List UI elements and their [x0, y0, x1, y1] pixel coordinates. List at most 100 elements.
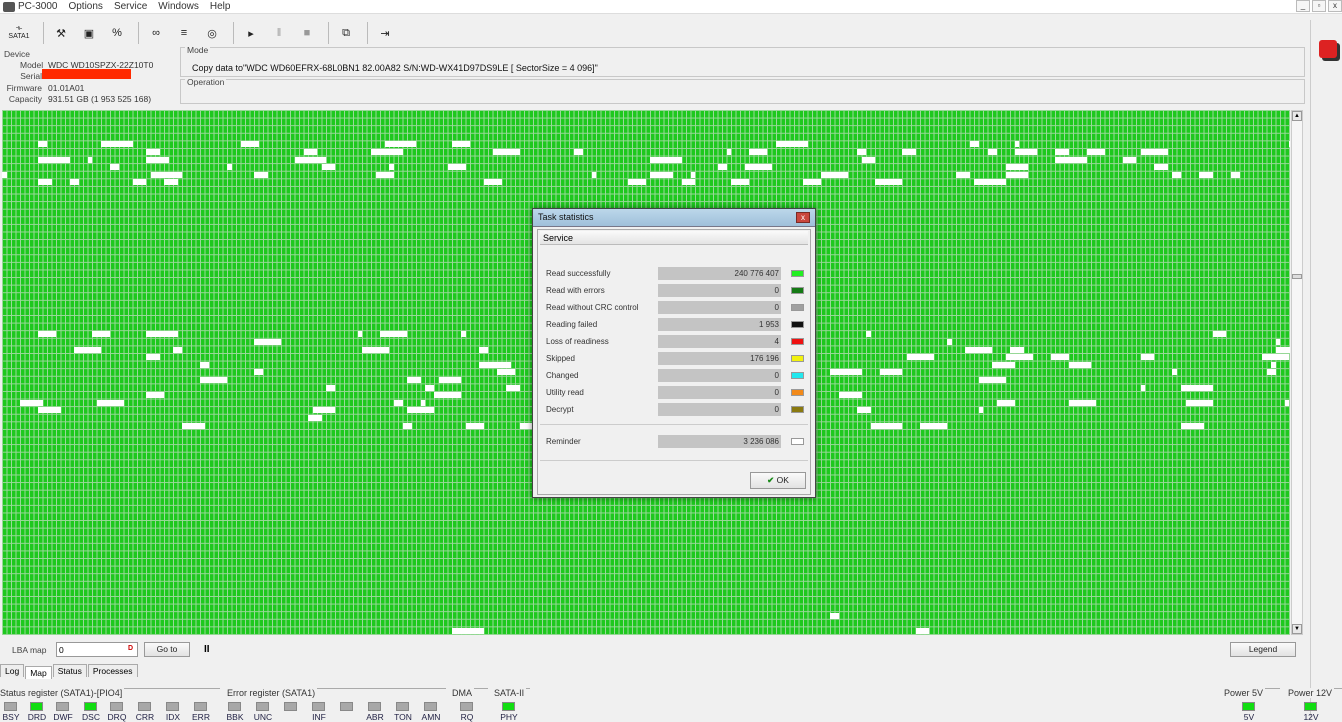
sector-block-skipped	[69, 179, 79, 186]
capacity-label: Capacity	[8, 94, 42, 104]
stat-color-swatch	[791, 321, 804, 328]
scroll-thumb[interactable]	[1292, 274, 1302, 279]
sector-block-skipped	[461, 331, 466, 338]
sector-block-skipped	[240, 141, 259, 148]
stat-value: 0	[658, 284, 781, 297]
stat-color-swatch	[791, 304, 804, 311]
scroll-up-button[interactable]: ▲	[1292, 111, 1302, 121]
sector-block-skipped	[830, 612, 839, 619]
map-scrollbar[interactable]: ▲ ▼	[1291, 110, 1303, 635]
map-pause-button[interactable]: II	[204, 644, 210, 655]
dialog-titlebar[interactable]: Task statistics x	[533, 209, 815, 227]
sector-block-skipped	[402, 422, 412, 429]
sector-block-skipped	[1172, 171, 1181, 178]
checkmark-icon: ✔	[767, 475, 775, 485]
device-status-icon[interactable]	[1319, 40, 1337, 58]
sector-block-skipped	[254, 369, 263, 376]
percent-button[interactable]: %	[105, 21, 129, 45]
sector-block-skipped	[380, 331, 407, 338]
stat-label: Read without CRC control	[546, 303, 639, 312]
tab-status[interactable]: Status	[52, 664, 87, 677]
led-label: DRQ	[107, 712, 127, 722]
sector-block-skipped	[384, 141, 416, 148]
stat-label: Utility read	[546, 388, 584, 397]
sector-block-skipped	[726, 149, 731, 155]
menu-windows[interactable]: Windows	[158, 1, 199, 12]
operation-legend: Operation	[185, 77, 227, 87]
sector-block-skipped	[308, 415, 322, 421]
disk-button[interactable]: ◎	[200, 21, 224, 45]
stat-value: 176 196	[658, 352, 781, 365]
stat-color-swatch	[791, 389, 804, 396]
sector-block-skipped	[650, 156, 682, 163]
sector-block-skipped	[1275, 346, 1290, 353]
sector-block-skipped	[830, 369, 862, 376]
play-button[interactable]: ▸	[239, 21, 263, 45]
power-12v-title: Power 12V	[1284, 688, 1335, 698]
sector-block-skipped	[627, 179, 646, 186]
stack-button[interactable]: ≡	[172, 21, 196, 45]
led-bbk	[228, 702, 241, 711]
led-amn	[424, 702, 437, 711]
tab-processes[interactable]: Processes	[87, 664, 138, 677]
sector-block-skipped	[1289, 141, 1290, 148]
lba-format-icon[interactable]: D	[128, 645, 133, 652]
sata-group: SATA-II PHY	[492, 688, 530, 722]
dialog-header: Service	[540, 231, 808, 245]
stop-button[interactable]: ■	[295, 21, 319, 45]
dialog-close-button[interactable]: x	[796, 212, 810, 223]
legend-button[interactable]: Legend	[1230, 642, 1296, 657]
stat-label: Changed	[546, 371, 579, 380]
sector-block-skipped	[1181, 422, 1204, 429]
stat-row: Read without CRC control 0	[546, 301, 806, 315]
error-register-group: Error register (SATA1) BBK UNC INF ABR TON AM…	[224, 688, 446, 722]
tab-log[interactable]: Log	[0, 664, 25, 677]
lba-input[interactable]	[56, 642, 138, 657]
tab-map[interactable]: Map	[25, 666, 52, 679]
sector-block-skipped	[1005, 354, 1033, 361]
sector-block-skipped	[857, 407, 871, 414]
sector-block-skipped	[254, 339, 281, 345]
sector-block-skipped	[1005, 164, 1028, 171]
sector-block-skipped	[974, 179, 1006, 186]
sector-block-skipped	[650, 171, 673, 178]
goto-button[interactable]: Go to	[144, 642, 190, 657]
mode-legend: Mode	[185, 45, 211, 55]
menu-service[interactable]: Service	[114, 1, 147, 12]
sector-block-skipped	[1154, 164, 1168, 171]
reminder-row: Reminder 3 236 086	[546, 435, 806, 449]
tools-button[interactable]: ⚒	[49, 21, 73, 45]
dialog-body: Service Read successfully 240 776 407 Re…	[537, 229, 811, 495]
sector-block-skipped	[357, 331, 362, 338]
capacity-value: 931.51 GB (1 953 525 168)	[48, 94, 152, 104]
pause-button[interactable]: ‖	[267, 21, 291, 45]
led-drq	[110, 702, 123, 711]
sector-block-skipped	[965, 346, 992, 353]
led-ton	[396, 702, 409, 711]
task-statistics-dialog: Task statistics x Service Read successfu…	[532, 208, 816, 498]
disk-info-button[interactable]: ▣	[77, 21, 101, 45]
search-button[interactable]: ∞	[144, 21, 168, 45]
stat-value: 240 776 407	[658, 267, 781, 280]
sector-block-skipped	[87, 156, 92, 163]
stat-row: Reading failed 1 953	[546, 318, 806, 332]
lba-toolbar: LBA map D Go to II Legend	[0, 640, 1305, 660]
sata-port-button[interactable]: ⟛ SATA1	[4, 21, 34, 45]
led-label: BSY	[2, 712, 20, 722]
stat-value: 0	[658, 301, 781, 314]
ok-button[interactable]: ✔ OK	[750, 472, 806, 489]
exit-button[interactable]: ⇥	[373, 21, 397, 45]
exit-icon: ⇥	[380, 27, 390, 40]
copy-button[interactable]: ⧉	[334, 21, 358, 45]
sector-block-skipped	[254, 171, 268, 178]
menu-options[interactable]: Options	[68, 1, 102, 12]
power-5v-title: Power 5V	[1220, 688, 1266, 698]
status-register-title: Status register (SATA1)-[PIO4]	[0, 688, 125, 698]
close-button[interactable]: x	[1328, 0, 1342, 12]
sector-block-skipped	[875, 179, 902, 186]
restore-button[interactable]: ▫	[1312, 0, 1326, 12]
scroll-down-button[interactable]: ▼	[1292, 624, 1302, 634]
minimize-button[interactable]: _	[1296, 0, 1310, 12]
sector-block-skipped	[1010, 346, 1024, 353]
menu-help[interactable]: Help	[210, 1, 231, 12]
